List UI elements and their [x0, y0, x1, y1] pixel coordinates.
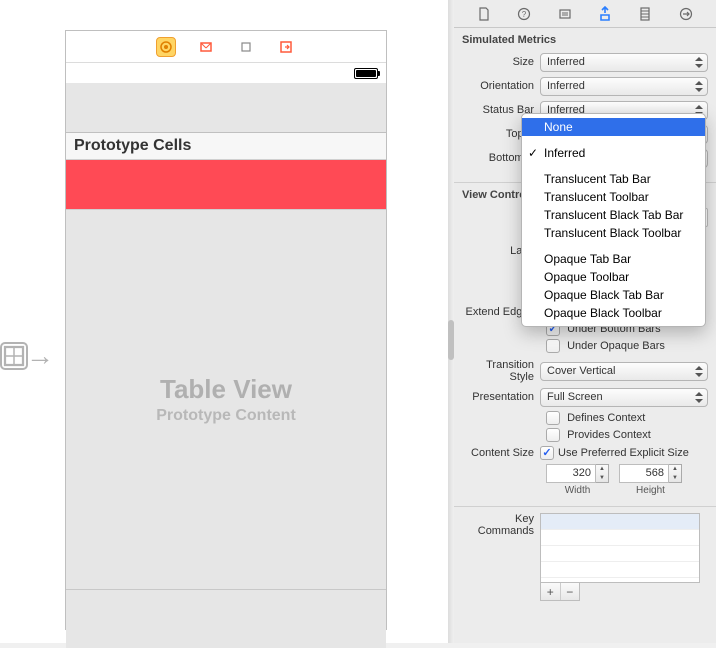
- transition-style-label: Transition Style: [462, 359, 540, 383]
- dropdown-item-inferred[interactable]: ✓Inferred: [522, 144, 705, 162]
- key-commands-list[interactable]: [540, 513, 700, 583]
- battery-icon: [354, 68, 378, 79]
- help-inspector-tab[interactable]: ?: [515, 5, 533, 23]
- content-size-label: Content Size: [462, 447, 540, 459]
- identity-inspector-tab[interactable]: [556, 5, 574, 23]
- key-commands-label: Key Commands: [462, 513, 540, 537]
- under-opaque-bars-checkbox[interactable]: [546, 339, 560, 353]
- key-commands-section: Key Commands + −: [454, 507, 716, 615]
- file-inspector-tab[interactable]: [475, 5, 493, 23]
- size-select[interactable]: Inferred: [540, 53, 708, 72]
- width-caption: Width: [565, 485, 591, 496]
- checkmark-icon: ✓: [528, 146, 538, 160]
- orientation-label: Orientation: [462, 80, 540, 92]
- prototype-cell[interactable]: [66, 160, 386, 210]
- scene-toolbar: [66, 31, 386, 63]
- section-title: Simulated Metrics: [462, 34, 708, 46]
- dropdown-item[interactable]: Translucent Tab Bar: [522, 170, 705, 188]
- arrow-right-icon: →: [26, 340, 54, 372]
- view-controller-icon[interactable]: [156, 37, 176, 57]
- defines-context-checkbox[interactable]: [546, 411, 560, 425]
- svg-text:?: ?: [522, 10, 527, 19]
- first-responder-icon[interactable]: [196, 37, 216, 57]
- defines-context-label: Defines Context: [567, 412, 645, 424]
- list-item[interactable]: [541, 562, 699, 578]
- provides-context-label: Provides Context: [567, 429, 651, 441]
- attributes-inspector-tab[interactable]: [596, 5, 614, 23]
- dropdown-item[interactable]: Opaque Black Toolbar: [522, 304, 705, 322]
- canvas-area[interactable]: → Prototype Cells Table View: [0, 0, 448, 643]
- dropdown-item[interactable]: Opaque Toolbar: [522, 268, 705, 286]
- presentation-select[interactable]: Full Screen: [540, 388, 708, 407]
- dropdown-item[interactable]: Translucent Toolbar: [522, 188, 705, 206]
- size-label: Size: [462, 56, 540, 68]
- width-value[interactable]: 320: [546, 464, 596, 483]
- list-item[interactable]: [541, 514, 699, 530]
- transition-style-select[interactable]: Cover Vertical: [540, 362, 708, 381]
- dropdown-item[interactable]: Translucent Black Toolbar: [522, 224, 705, 242]
- dropdown-item[interactable]: Opaque Black Tab Bar: [522, 286, 705, 304]
- bottom-bar-dropdown-menu[interactable]: None ✓Inferred Translucent Tab Bar Trans…: [521, 113, 706, 327]
- table-body-placeholder: Table View Prototype Content: [66, 210, 386, 590]
- presentation-label: Presentation: [462, 391, 540, 403]
- provides-context-checkbox[interactable]: [546, 428, 560, 442]
- remove-button[interactable]: −: [561, 583, 580, 600]
- scene-entry-arrow[interactable]: →: [0, 340, 54, 372]
- table-view[interactable]: Prototype Cells Table View Prototype Con…: [66, 83, 386, 629]
- height-stepper[interactable]: 568 ▲▼: [619, 464, 682, 483]
- entry-point-icon: [0, 342, 28, 370]
- under-opaque-bars-label: Under Opaque Bars: [567, 340, 665, 352]
- table-placeholder-subtitle: Prototype Content: [156, 407, 296, 425]
- use-preferred-size-checkbox[interactable]: [540, 446, 554, 460]
- use-preferred-size-label: Use Preferred Explicit Size: [558, 447, 689, 459]
- dropdown-item[interactable]: Translucent Black Tab Bar: [522, 206, 705, 224]
- list-item[interactable]: [541, 546, 699, 562]
- connections-inspector-tab[interactable]: [677, 5, 695, 23]
- exit-icon[interactable]: [276, 37, 296, 57]
- inspector-tabs: ?: [454, 0, 716, 28]
- height-caption: Height: [636, 485, 665, 496]
- view-controller-frame[interactable]: Prototype Cells Table View Prototype Con…: [65, 30, 387, 630]
- prototype-cells-header: Prototype Cells: [66, 133, 386, 160]
- add-button[interactable]: +: [541, 583, 561, 600]
- orientation-select[interactable]: Inferred: [540, 77, 708, 96]
- width-stepper[interactable]: 320 ▲▼: [546, 464, 609, 483]
- table-placeholder-title: Table View: [160, 374, 292, 405]
- list-item[interactable]: [541, 530, 699, 546]
- size-inspector-tab[interactable]: [636, 5, 654, 23]
- height-value[interactable]: 568: [619, 464, 669, 483]
- exit-placeholder-icon[interactable]: [236, 37, 256, 57]
- dropdown-item-none[interactable]: None: [522, 118, 705, 136]
- dropdown-item[interactable]: Opaque Tab Bar: [522, 250, 705, 268]
- simulated-status-bar: [66, 63, 386, 83]
